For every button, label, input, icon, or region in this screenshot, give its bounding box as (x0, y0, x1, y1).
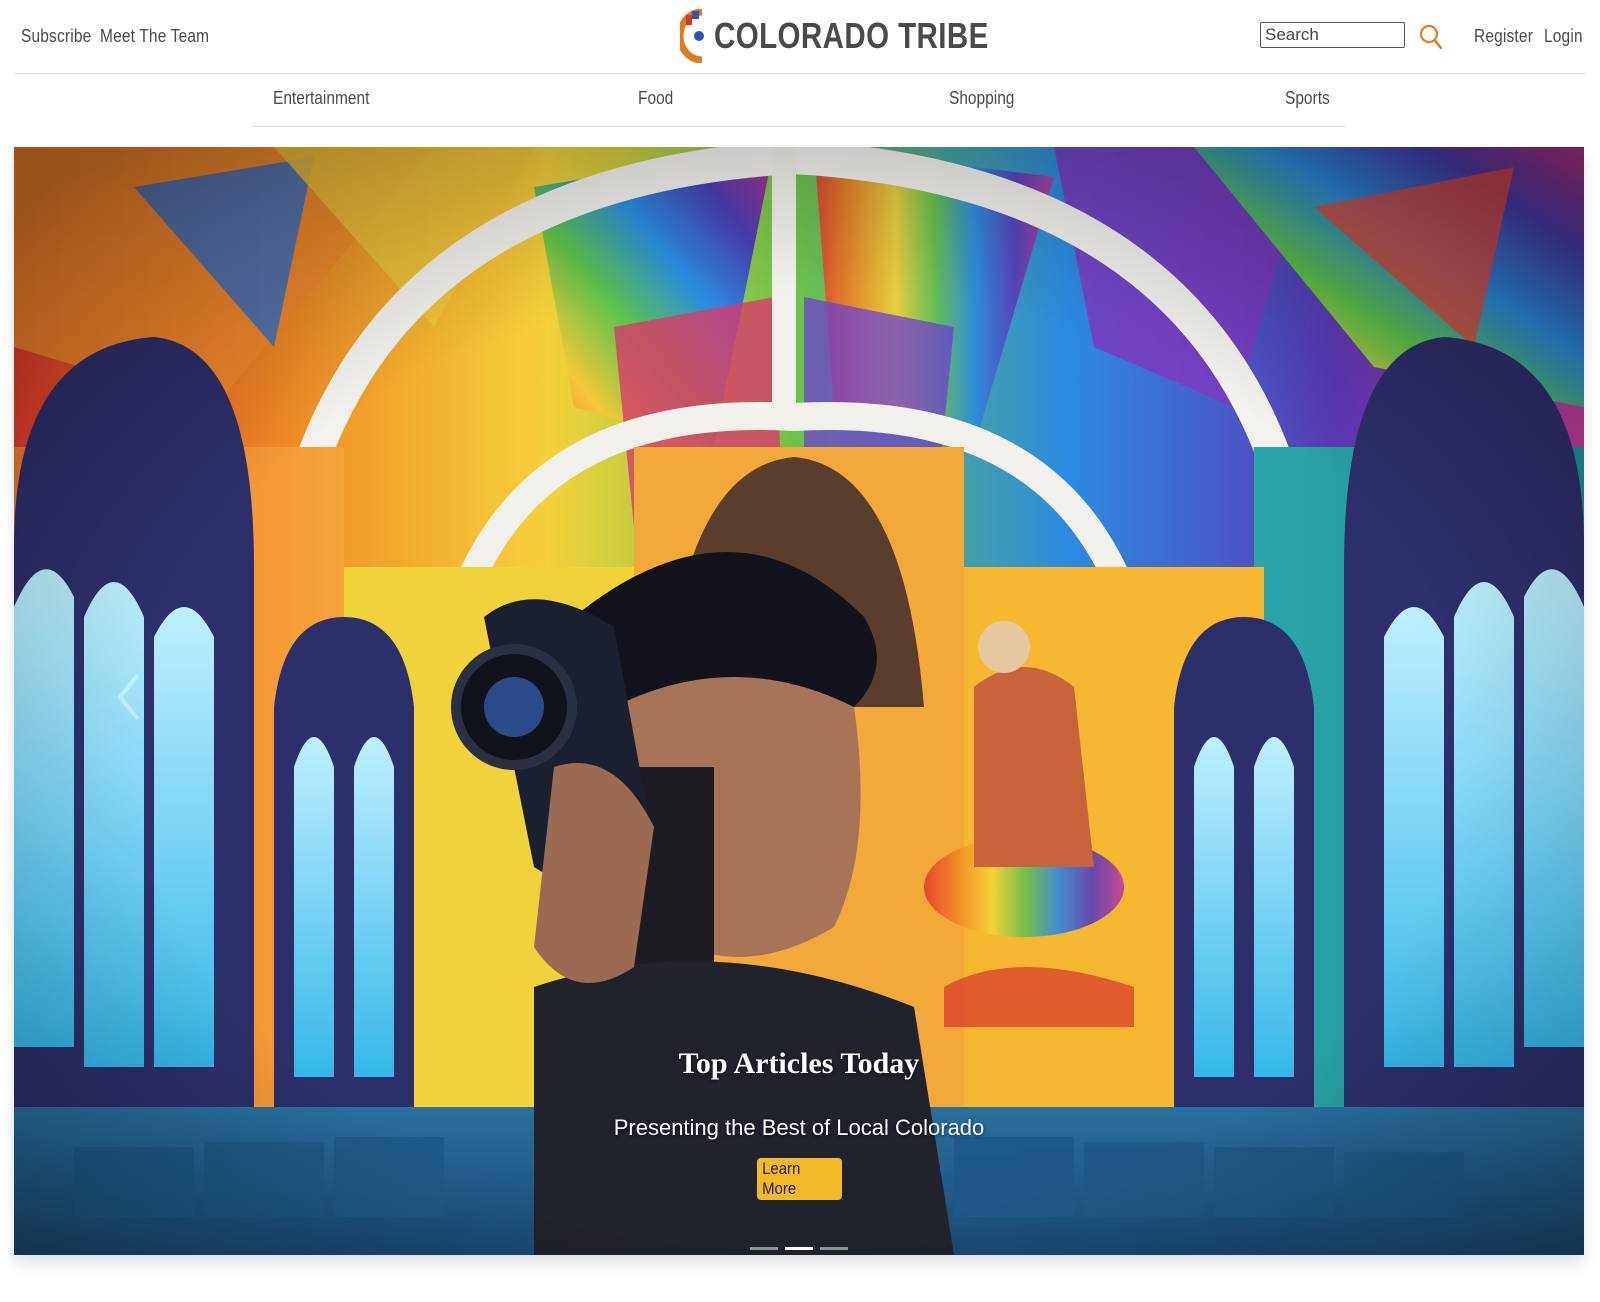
slide-indicator-2[interactable] (785, 1247, 813, 1250)
carousel-indicators (750, 1247, 848, 1251)
site-logo[interactable]: COLORADO TRIBE (676, 8, 1049, 64)
chevron-left-icon[interactable] (110, 667, 150, 727)
hero-caption-title: Top Articles Today (678, 1047, 920, 1080)
logo-text: COLORADO TRIBE (714, 15, 989, 56)
login-link[interactable]: Login (1544, 26, 1583, 47)
slide-indicator-1[interactable] (750, 1247, 778, 1250)
subscribe-link[interactable]: Subscribe (21, 26, 91, 47)
search-icon[interactable] (1418, 23, 1444, 51)
nav-item-entertainment[interactable]: Entertainment (273, 88, 369, 109)
nav-item-food[interactable]: Food (638, 88, 673, 109)
nav-item-sports[interactable]: Sports (1285, 88, 1330, 109)
category-nav: Entertainment Food Shopping Sports (252, 74, 1346, 127)
hero-image (14, 147, 1584, 1255)
slide-indicator-3[interactable] (820, 1247, 848, 1250)
search-input[interactable] (1260, 22, 1405, 48)
learn-more-label: Learn More (762, 1159, 801, 1198)
logo-mark-icon (676, 8, 710, 64)
register-link[interactable]: Register (1474, 26, 1533, 47)
meet-the-team-link[interactable]: Meet The Team (100, 26, 209, 47)
learn-more-button[interactable]: Learn More (757, 1158, 842, 1200)
nav-item-shopping[interactable]: Shopping (949, 88, 1014, 109)
hero-caption-subtitle: Presenting the Best of Local Colorado (613, 1115, 985, 1140)
hero-carousel: Top Articles Today Presenting the Best o… (14, 147, 1584, 1255)
top-bar: Subscribe Meet The Team COLORADO TRIBE R… (0, 0, 1600, 74)
